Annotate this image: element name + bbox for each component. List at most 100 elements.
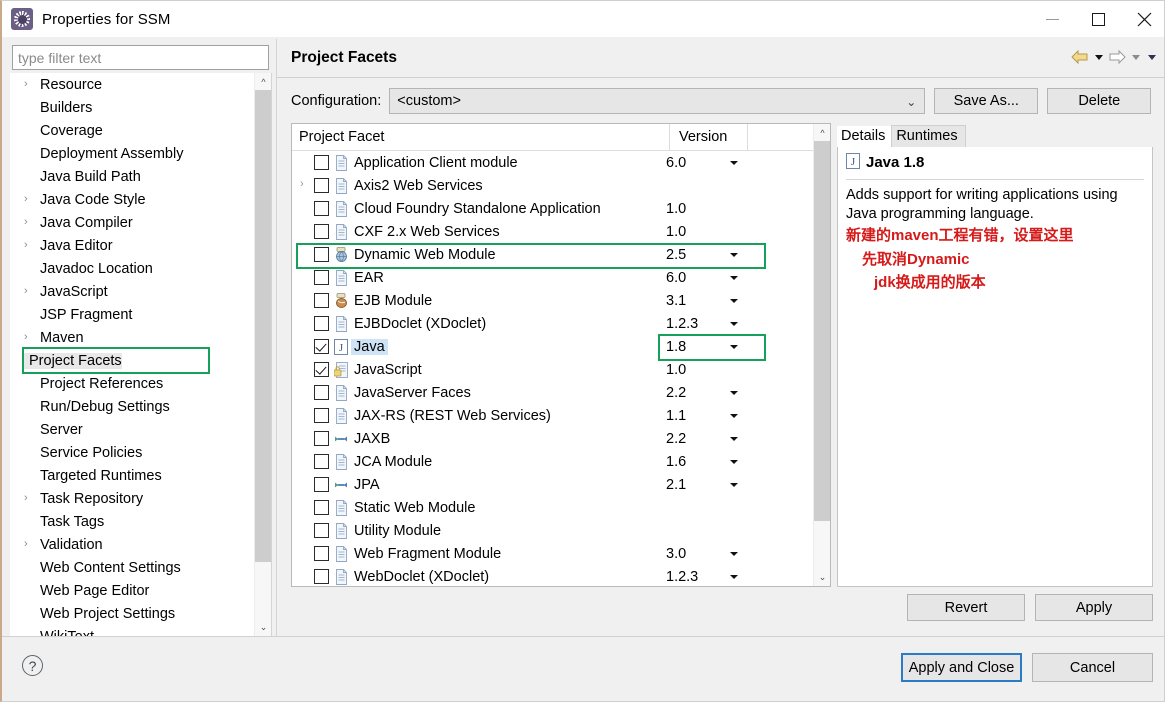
version-dropdown-icon[interactable] bbox=[730, 414, 738, 418]
table-row[interactable]: JPA 2.1 bbox=[292, 473, 830, 496]
table-row[interactable]: Dynamic Web Module 2.5 bbox=[292, 243, 830, 269]
table-row[interactable]: J Java 1.8 bbox=[292, 334, 830, 361]
sidebar-item-validation[interactable]: › Validation bbox=[10, 533, 255, 556]
column-header-project-facet[interactable]: Project Facet bbox=[292, 124, 670, 151]
table-row[interactable]: JAXB 2.2 bbox=[292, 427, 830, 450]
sidebar-item-service-policies[interactable]: Service Policies bbox=[10, 441, 255, 464]
sidebar-item-project-facets[interactable]: Project Facets bbox=[22, 347, 210, 374]
view-menu-chevron-down-icon[interactable] bbox=[1145, 48, 1158, 66]
facet-checkbox[interactable] bbox=[314, 385, 329, 400]
version-dropdown-icon[interactable] bbox=[730, 391, 738, 395]
facet-version[interactable]: 6.0 bbox=[666, 155, 686, 171]
version-dropdown-icon[interactable] bbox=[730, 575, 738, 579]
facet-version[interactable]: 6.0 bbox=[666, 270, 686, 286]
sidebar-item-task-tags[interactable]: Task Tags bbox=[10, 510, 255, 533]
facet-table-scrollbar[interactable]: ^ ⌄ bbox=[813, 124, 830, 586]
version-dropdown-icon[interactable] bbox=[730, 483, 738, 487]
sidebar-item-maven[interactable]: › Maven bbox=[10, 326, 255, 349]
facet-checkbox[interactable] bbox=[314, 477, 329, 492]
sidebar-item-deployment-assembly[interactable]: Deployment Assembly bbox=[10, 142, 255, 165]
chevron-right-icon[interactable]: › bbox=[24, 79, 38, 90]
sidebar-item-resource[interactable]: › Resource bbox=[10, 73, 255, 96]
tab-details[interactable]: Details bbox=[837, 126, 893, 147]
facet-version[interactable]: 2.2 bbox=[666, 385, 686, 401]
table-row[interactable]: EJB Module 3.1 bbox=[292, 289, 830, 312]
facet-version[interactable]: 2.2 bbox=[666, 431, 686, 447]
sidebar-item-java-editor[interactable]: › Java Editor bbox=[10, 234, 255, 257]
chevron-right-icon[interactable]: › bbox=[300, 179, 304, 190]
forward-history-chevron-down-icon[interactable] bbox=[1129, 48, 1142, 66]
facet-checkbox[interactable] bbox=[314, 201, 329, 216]
facet-version[interactable]: 1.2.3 bbox=[666, 316, 698, 332]
sidebar-item-java-code-style[interactable]: › Java Code Style bbox=[10, 188, 255, 211]
facet-version[interactable]: 1.2.3 bbox=[666, 569, 698, 585]
close-button[interactable] bbox=[1121, 1, 1164, 37]
tree-scrollbar[interactable]: ^ ⌄ bbox=[254, 73, 271, 636]
facet-checkbox[interactable] bbox=[314, 569, 329, 584]
chevron-right-icon[interactable]: › bbox=[24, 194, 38, 205]
facet-checkbox[interactable] bbox=[314, 293, 329, 308]
facet-checkbox[interactable] bbox=[314, 408, 329, 423]
version-dropdown-icon[interactable] bbox=[730, 299, 738, 303]
back-arrow-icon[interactable] bbox=[1071, 49, 1089, 65]
scroll-up-icon[interactable]: ^ bbox=[255, 73, 271, 90]
table-row[interactable]: EJBDoclet (XDoclet) 1.2.3 bbox=[292, 312, 830, 335]
back-history-chevron-down-icon[interactable] bbox=[1092, 48, 1105, 66]
version-dropdown-icon[interactable] bbox=[730, 161, 738, 165]
table-row[interactable]: › Axis2 Web Services bbox=[292, 174, 830, 197]
facet-checkbox[interactable] bbox=[314, 316, 329, 331]
version-dropdown-icon[interactable] bbox=[730, 276, 738, 280]
facet-checkbox[interactable] bbox=[314, 178, 329, 193]
facet-version[interactable]: 3.0 bbox=[666, 546, 686, 562]
facet-version[interactable]: 1.8 bbox=[666, 339, 686, 355]
table-row[interactable]: Web Fragment Module 3.0 bbox=[292, 542, 830, 565]
sidebar-item-java-compiler[interactable]: › Java Compiler bbox=[10, 211, 255, 234]
filter-input[interactable]: type filter text bbox=[12, 45, 269, 70]
sidebar-item-builders[interactable]: Builders bbox=[10, 96, 255, 119]
table-row[interactable]: Application Client module 6.0 bbox=[292, 151, 830, 174]
facet-checkbox[interactable] bbox=[314, 431, 329, 446]
tab-runtimes[interactable]: Runtimes bbox=[891, 125, 966, 147]
forward-arrow-icon[interactable] bbox=[1108, 49, 1126, 65]
table-row[interactable]: WebDoclet (XDoclet) 1.2.3 bbox=[292, 565, 830, 586]
sidebar-item-javadoc-location[interactable]: Javadoc Location bbox=[10, 257, 255, 280]
table-row[interactable]: JAX-RS (REST Web Services) 1.1 bbox=[292, 404, 830, 427]
table-row[interactable]: JavaScript 1.0 bbox=[292, 358, 830, 381]
chevron-right-icon[interactable]: › bbox=[24, 332, 38, 343]
facet-version[interactable]: 3.1 bbox=[666, 293, 686, 309]
facet-checkbox[interactable] bbox=[314, 362, 329, 377]
chevron-right-icon[interactable]: › bbox=[24, 217, 38, 228]
facet-checkbox[interactable] bbox=[314, 247, 329, 262]
table-row[interactable]: Utility Module bbox=[292, 519, 830, 542]
chevron-right-icon[interactable]: › bbox=[24, 240, 38, 251]
facet-scroll-thumb[interactable] bbox=[814, 141, 830, 521]
facet-version[interactable]: 2.5 bbox=[666, 247, 686, 263]
facet-version[interactable]: 2.1 bbox=[666, 477, 686, 493]
sidebar-item-web-page-editor[interactable]: Web Page Editor bbox=[10, 579, 255, 602]
facet-version[interactable]: 1.6 bbox=[666, 454, 686, 470]
facet-checkbox[interactable] bbox=[314, 546, 329, 561]
help-circle-icon[interactable]: ? bbox=[22, 655, 43, 676]
sidebar-item-coverage[interactable]: Coverage bbox=[10, 119, 255, 142]
facet-checkbox[interactable] bbox=[314, 155, 329, 170]
facet-version[interactable]: 1.0 bbox=[666, 201, 686, 217]
scroll-up-icon[interactable]: ^ bbox=[814, 124, 830, 141]
column-header-version[interactable]: Version bbox=[670, 124, 748, 151]
apply-and-close-button[interactable]: Apply and Close bbox=[901, 653, 1022, 682]
table-row[interactable]: JCA Module 1.6 bbox=[292, 450, 830, 473]
revert-button[interactable]: Revert bbox=[907, 594, 1025, 621]
facet-checkbox[interactable] bbox=[314, 523, 329, 538]
scroll-down-icon[interactable]: ⌄ bbox=[814, 569, 830, 586]
version-dropdown-icon[interactable] bbox=[730, 437, 738, 441]
project-facet-table[interactable]: Project Facet Version Application Client… bbox=[291, 123, 831, 587]
version-dropdown-icon[interactable] bbox=[730, 345, 738, 349]
sidebar-item-web-content-settings[interactable]: Web Content Settings bbox=[10, 556, 255, 579]
facet-checkbox[interactable] bbox=[314, 339, 329, 354]
table-row[interactable]: Cloud Foundry Standalone Application 1.0 bbox=[292, 197, 830, 220]
sidebar-item-server[interactable]: Server bbox=[10, 418, 255, 441]
sidebar-item-task-repository[interactable]: › Task Repository bbox=[10, 487, 255, 510]
maximize-button[interactable] bbox=[1075, 1, 1121, 37]
save-as-button[interactable]: Save As... bbox=[934, 88, 1039, 114]
facet-checkbox[interactable] bbox=[314, 224, 329, 239]
settings-tree[interactable]: › Resource Builders Coverage Deployment Asse… bbox=[10, 73, 272, 636]
